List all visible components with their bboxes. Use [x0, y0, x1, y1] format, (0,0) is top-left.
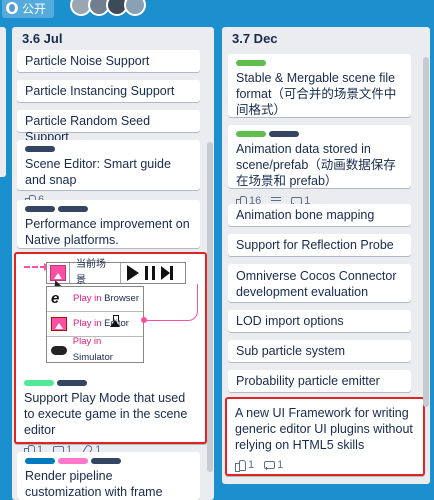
- card-play-mode[interactable]: 当前场景 e Play in Browser Play in Editor Pl…: [14, 252, 207, 457]
- play-icon: [127, 265, 139, 281]
- menu-suffix: Browser: [104, 293, 139, 304]
- card-labels: [25, 206, 192, 212]
- card[interactable]: Sub particle system: [228, 340, 411, 362]
- card-title: Render pipeline customization with frame…: [25, 469, 163, 499]
- play-mode-illustration: 当前场景 e Play in Browser Play in Editor Pl…: [24, 259, 206, 372]
- card-labels: [25, 146, 192, 152]
- card-title: Support for Reflection Probe: [236, 238, 394, 252]
- globe-icon: [6, 2, 18, 14]
- card-title: Scene Editor: Smart guide and snap: [25, 157, 171, 187]
- menu-prefix: Play in: [72, 335, 102, 347]
- list-3-7-dec: 3.7 Dec Stable & Mergable scene file for…: [222, 27, 430, 484]
- label: [269, 131, 299, 137]
- comment-icon: [264, 460, 276, 470]
- member-avatars: [70, 0, 146, 16]
- card-ui-framework[interactable]: A new UI Framework for writing generic e…: [225, 397, 425, 476]
- menu-item-browser: e Play in Browser: [47, 287, 143, 312]
- list-scrollbar[interactable]: [207, 142, 213, 472]
- likes-badge: 1: [235, 457, 254, 473]
- label: [58, 206, 88, 212]
- menu-suffix: Simulator: [72, 351, 113, 363]
- avatar[interactable]: [124, 0, 146, 16]
- list-title[interactable]: 3.6 Jul: [12, 27, 214, 49]
- card-title: Omniverse Cocos Connector development ev…: [236, 269, 397, 299]
- scene-label: 当前场景: [69, 259, 121, 286]
- pause-icon: [145, 266, 155, 280]
- previous-list-edge: [0, 27, 6, 177]
- list-scrollbar[interactable]: [423, 57, 429, 407]
- thumbs-up-icon: [235, 460, 246, 472]
- card[interactable]: Animation data stored in scene/prefab（动画…: [228, 125, 411, 208]
- card[interactable]: Particle Noise Support: [17, 50, 200, 72]
- card[interactable]: Performance improvement on Native platfo…: [17, 200, 200, 248]
- label: [24, 380, 54, 386]
- list-3-6-jul: 3.6 Jul Particle Noise Support Particle …: [12, 27, 214, 500]
- card-title: Stable & Mergable scene file format（可合并的…: [236, 71, 397, 117]
- card-title: Animation bone mapping: [236, 208, 375, 222]
- card-labels: [236, 131, 403, 137]
- label: [25, 458, 55, 464]
- card-title: Performance improvement on Native platfo…: [25, 217, 190, 247]
- gamepad-icon: [51, 346, 67, 355]
- play-menu: e Play in Browser Play in Editor Play in…: [46, 286, 144, 363]
- card-title: Sub particle system: [236, 344, 346, 358]
- visibility-button[interactable]: 公开: [2, 0, 55, 18]
- step-icon: [161, 266, 173, 280]
- card-labels: [24, 380, 197, 386]
- label: [91, 458, 121, 464]
- browser-icon: e: [51, 290, 60, 307]
- label: [236, 131, 266, 137]
- card[interactable]: Animation bone mapping: [228, 204, 411, 226]
- label: [25, 146, 55, 152]
- card[interactable]: LOD import options: [228, 310, 411, 332]
- label: [236, 60, 266, 66]
- menu-item-simulator: Play in Simulator: [47, 335, 143, 363]
- card[interactable]: Omniverse Cocos Connector development ev…: [228, 264, 411, 302]
- image-icon: [51, 317, 67, 331]
- card-labels: [236, 60, 403, 66]
- menu-prefix: Play in: [73, 293, 102, 304]
- card-labels: [25, 458, 192, 464]
- connector-line: [144, 320, 178, 321]
- card[interactable]: Probability particle emitter: [228, 370, 411, 392]
- flask-icon: [110, 315, 120, 327]
- card[interactable]: Particle Instancing Support: [17, 80, 200, 102]
- list-title[interactable]: 3.7 Dec: [222, 27, 430, 49]
- label: [57, 380, 87, 386]
- comments-badge: 1: [264, 457, 283, 473]
- card-title: LOD import options: [236, 314, 344, 328]
- card-title: Probability particle emitter: [236, 374, 380, 388]
- card-badges: 1 1: [235, 457, 415, 473]
- comments-count: 1: [277, 459, 284, 471]
- dashed-arrow: [24, 263, 50, 271]
- card-title: Animation data stored in scene/prefab（动画…: [236, 142, 396, 188]
- card[interactable]: Render pipeline customization with frame…: [17, 452, 200, 500]
- card[interactable]: Scene Editor: Smart guide and snap 6: [17, 140, 200, 207]
- card[interactable]: Particle Random Seed Support: [17, 110, 200, 144]
- card-title: A new UI Framework for writing generic e…: [235, 406, 413, 452]
- menu-prefix: Play in: [73, 318, 102, 329]
- label: [58, 458, 88, 464]
- visibility-label: 公开: [22, 1, 47, 16]
- scene-toolbar: 当前场景: [46, 259, 186, 286]
- card-title: Particle Instancing Support: [25, 84, 175, 98]
- card[interactable]: Stable & Mergable scene file format（可合并的…: [228, 54, 411, 137]
- card[interactable]: Support for Reflection Probe: [228, 234, 411, 256]
- connector-curve: [178, 284, 198, 321]
- board-header: 公开: [0, 0, 434, 20]
- likes-count: 1: [248, 459, 255, 471]
- card-title: Particle Noise Support: [25, 54, 150, 68]
- card-title: Support Play Mode that used to execute g…: [24, 391, 188, 437]
- label: [25, 206, 55, 212]
